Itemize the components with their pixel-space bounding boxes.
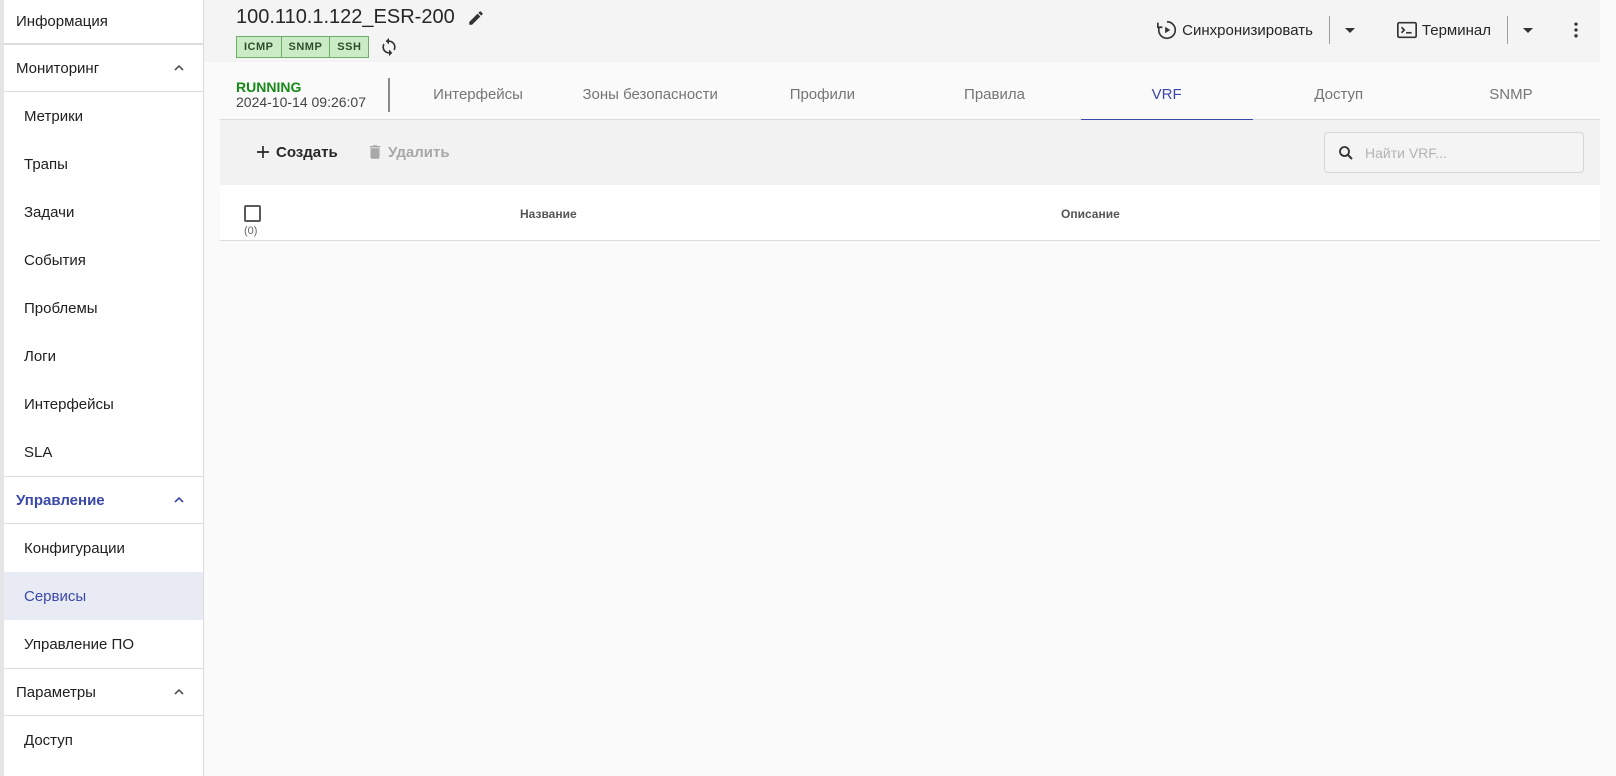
edit-icon[interactable] [467,9,485,27]
tab-security-zones[interactable]: Зоны безопасности [564,62,736,120]
sidebar-item-label: Информация [16,13,108,30]
sync-play-icon [1157,20,1177,40]
sidebar-group-parameters[interactable]: Параметры [4,668,203,716]
caret-down-icon[interactable] [1344,24,1356,36]
vrf-toolbar: Создать Удалить [220,120,1600,185]
tabs: Интерфейсы Зоны безопасности Профили Пра… [392,62,1597,121]
sidebar-item-label: Сервисы [24,587,87,605]
create-label: Создать [276,143,338,161]
sidebar-item-access[interactable]: Доступ [4,716,203,764]
chevron-up-icon [174,64,184,71]
tab-rules[interactable]: Правила [908,62,1080,120]
device-name: 100.110.1.122_ESR-200 [236,6,455,28]
sidebar-item-label: Интерфейсы [24,395,114,413]
protocol-badge-icmp: ICMP [236,36,282,58]
caret-down-icon[interactable] [1522,24,1534,36]
terminal-label: Терминал [1421,21,1491,39]
sidebar-item-label: Управление ПО [24,635,135,653]
sidebar-item-logs[interactable]: Логи [4,332,203,380]
sidebar-item-interfaces[interactable]: Интерфейсы [4,380,203,428]
protocol-badge-ssh: SSH [330,36,370,58]
sync-button[interactable]: Синхронизировать [1156,14,1313,46]
column-header-name[interactable]: Название [520,207,577,221]
trash-icon [369,145,381,159]
select-all-checkbox[interactable] [244,205,261,222]
sidebar-item-label: Доступ [24,731,73,749]
divider [1507,16,1508,44]
delete-button[interactable]: Удалить [366,138,450,166]
sidebar-section-parameters: Параметры Доступ [4,668,203,764]
sidebar-item-label: Трапы [24,155,68,173]
refresh-icon[interactable] [379,37,399,57]
protocol-badge-snmp: SNMP [281,36,331,58]
sync-label: Синхронизировать [1182,21,1313,39]
create-button[interactable]: Создать [254,138,338,166]
chevron-up-icon [174,496,184,503]
vrf-table-header: (0) Название Описание [220,185,1600,241]
sidebar-item-events[interactable]: События [4,236,203,284]
status-timestamp: 2024-10-14 09:26:07 [236,94,366,110]
search-input[interactable] [1365,144,1565,161]
sidebar-item-traps[interactable]: Трапы [4,140,203,188]
sidebar-section-monitoring: Мониторинг Метрики Трапы Задачи События … [4,44,203,476]
more-vert-icon[interactable] [1566,20,1586,40]
device-header: 100.110.1.122_ESR-200 ICMP SNMP SSH Синх… [204,0,1600,62]
sidebar-item-configurations[interactable]: Конфигурации [4,524,203,572]
tab-bar: RUNNING 2024-10-14 09:26:07 Интерфейсы З… [220,62,1600,121]
sidebar-group-monitoring[interactable]: Мониторинг [4,44,203,92]
sidebar-item-info[interactable]: Информация [4,0,203,44]
tab-vrf[interactable]: VRF [1080,62,1253,121]
sidebar-item-label: Задачи [24,203,75,221]
sidebar-group-label: Параметры [16,683,96,701]
sidebar-item-software-management[interactable]: Управление ПО [4,620,203,668]
device-status: RUNNING 2024-10-14 09:26:07 [236,80,366,110]
column-header-description[interactable]: Описание [1061,207,1120,221]
sidebar-item-tasks[interactable]: Задачи [4,188,203,236]
header-actions: Синхронизировать Терминал [1156,14,1586,46]
sidebar-item-problems[interactable]: Проблемы [4,284,203,332]
status-state: RUNNING [236,79,302,95]
tab-access[interactable]: Доступ [1253,62,1425,120]
sidebar-item-services[interactable]: Сервисы [4,572,203,620]
sidebar-group-label: Управление [16,491,105,509]
tab-snmp[interactable]: SNMP [1425,62,1597,120]
tab-profiles[interactable]: Профили [736,62,908,120]
sidebar-group-management[interactable]: Управление [4,476,203,524]
search-box [1324,132,1584,173]
chevron-up-icon [174,688,184,695]
sidebar-item-label: Метрики [24,107,84,125]
sidebar: Информация Мониторинг Метрики Трапы Зада… [0,0,204,776]
sidebar-item-label: Проблемы [24,299,98,317]
sidebar-item-label: События [24,251,86,269]
terminal-button[interactable]: Терминал [1396,14,1491,46]
sidebar-item-metrics[interactable]: Метрики [4,92,203,140]
sidebar-item-sla[interactable]: SLA [4,428,203,476]
sidebar-item-label: Логи [24,347,57,365]
sidebar-section-management: Управление Конфигурации Сервисы Управлен… [4,476,203,668]
terminal-icon [1396,21,1417,39]
sidebar-group-label: Мониторинг [16,59,100,77]
divider [388,78,390,112]
search-icon [1339,145,1353,160]
vrf-table-body [220,241,1600,776]
plus-icon [257,146,269,158]
sidebar-item-label: Конфигурации [24,539,125,557]
protocol-badges: ICMP SNMP SSH [236,36,399,58]
selected-count: (0) [244,225,258,237]
divider [1328,16,1330,44]
device-title: 100.110.1.122_ESR-200 [236,6,485,29]
delete-label: Удалить [388,143,450,161]
sidebar-item-label: SLA [24,443,53,461]
tab-interfaces[interactable]: Интерфейсы [392,62,564,120]
